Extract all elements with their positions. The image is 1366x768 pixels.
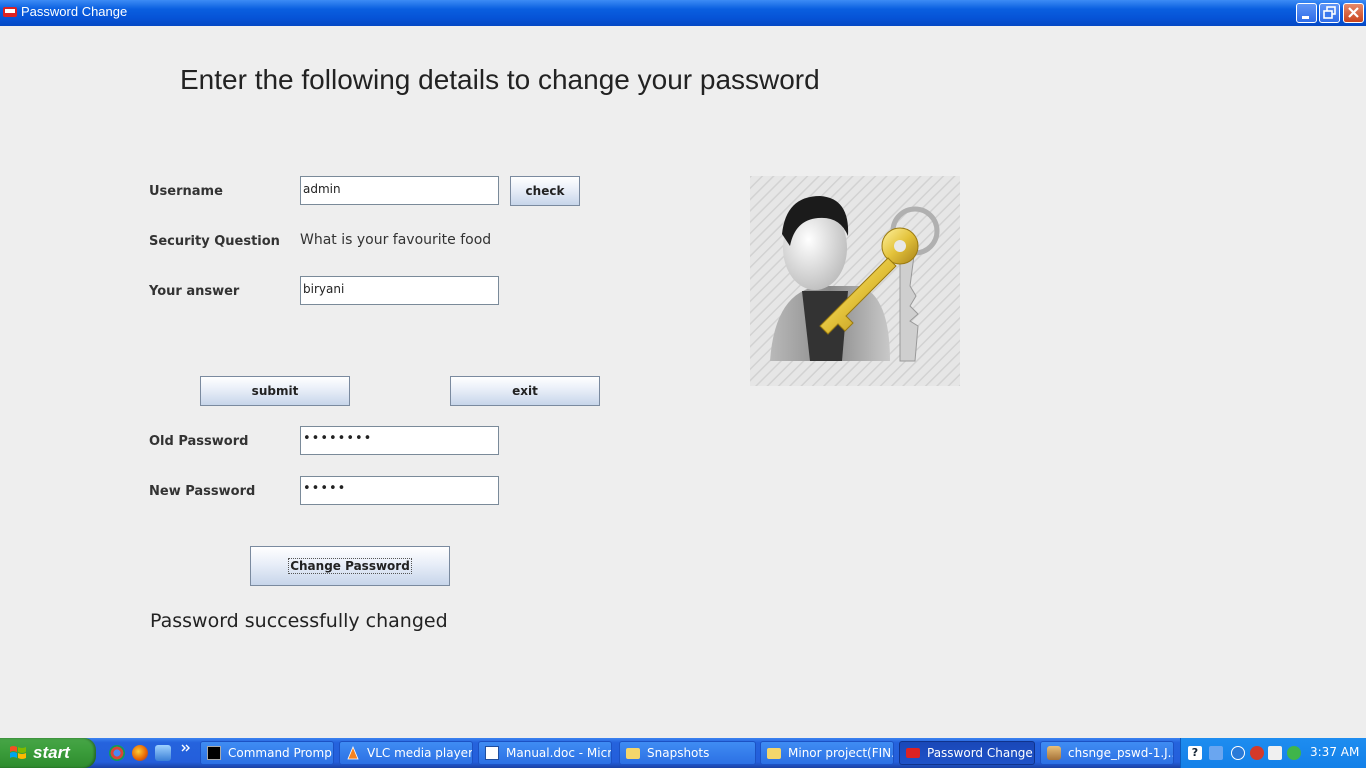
antivirus-icon[interactable] (1250, 746, 1264, 760)
chrome-icon[interactable] (109, 745, 125, 761)
change-password-button[interactable]: Change Password (250, 546, 450, 586)
chevron-right-icon[interactable] (181, 744, 191, 754)
word-icon (485, 746, 499, 760)
paint-icon (1047, 746, 1061, 760)
minimize-button[interactable] (1296, 3, 1317, 23)
task-label: Snapshots (647, 746, 710, 760)
task-chsnge-pswd[interactable]: chsnge_pswd-1.J... (1040, 741, 1174, 765)
taskbar: start Command Promp... VLC media player … (0, 738, 1366, 768)
zonealarm-icon[interactable] (1268, 746, 1282, 760)
task-label: Manual.doc - Micr... (506, 746, 612, 760)
task-label: Minor project(FIN... (788, 746, 894, 760)
task-label: VLC media player (367, 746, 473, 760)
back-arrow-icon[interactable] (1231, 746, 1245, 760)
start-label: start (33, 743, 70, 762)
new-password-input[interactable]: ••••• (300, 476, 499, 505)
old-password-input[interactable]: •••••••• (300, 426, 499, 455)
folder-icon (767, 748, 781, 759)
new-password-label: New Password (149, 484, 256, 499)
java-icon (906, 748, 920, 758)
task-command-prompt[interactable]: Command Promp... (200, 741, 334, 765)
check-button[interactable]: check (510, 176, 580, 206)
answer-input[interactable]: biryani (300, 276, 499, 305)
close-button[interactable] (1343, 3, 1364, 23)
help-icon[interactable]: ? (1188, 746, 1202, 760)
task-label: Command Promp... (228, 746, 334, 760)
security-question-label: Security Question (149, 234, 280, 249)
minimize-icon (1302, 16, 1309, 19)
task-snapshots[interactable]: Snapshots (619, 741, 756, 765)
ie-icon[interactable] (155, 745, 171, 761)
system-tray: ? 3:37 AM (1180, 738, 1366, 768)
task-vlc[interactable]: VLC media player (339, 741, 473, 765)
user-key-icon (750, 176, 960, 386)
task-minor-project[interactable]: Minor project(FIN... (760, 741, 894, 765)
security-question-text: What is your favourite food (300, 232, 492, 248)
task-label: chsnge_pswd-1.J... (1068, 746, 1174, 760)
start-button[interactable]: start (0, 738, 96, 768)
firefox-icon[interactable] (132, 745, 148, 761)
vlc-icon (347, 746, 359, 760)
folder-icon (626, 748, 640, 759)
status-message: Password successfully changed (150, 610, 448, 632)
network-icon[interactable] (1209, 746, 1223, 760)
restore-icon (1323, 6, 1336, 19)
task-label: Password Change (927, 746, 1033, 760)
restore-button[interactable] (1319, 3, 1340, 23)
task-manual-doc[interactable]: Manual.doc - Micr... (478, 741, 612, 765)
old-password-label: Old Password (149, 434, 249, 449)
username-input[interactable]: admin (300, 176, 499, 205)
username-label: Username (149, 184, 223, 199)
window-title: Password Change (21, 4, 128, 19)
close-icon (1348, 7, 1359, 18)
windows-logo-icon (10, 746, 26, 759)
exit-button[interactable]: exit (450, 376, 600, 406)
submit-button[interactable]: submit (200, 376, 350, 406)
status-icon[interactable] (1287, 746, 1301, 760)
change-password-label: Change Password (288, 558, 412, 574)
title-bar[interactable]: Password Change (0, 0, 1366, 26)
form-panel: Enter the following details to change yo… (0, 26, 1366, 738)
cmd-icon (207, 746, 221, 760)
answer-label: Your answer (149, 284, 240, 299)
clock: 3:37 AM (1310, 745, 1360, 759)
app-icon (3, 7, 17, 17)
task-password-change[interactable]: Password Change (899, 741, 1035, 765)
page-heading: Enter the following details to change yo… (180, 64, 820, 95)
